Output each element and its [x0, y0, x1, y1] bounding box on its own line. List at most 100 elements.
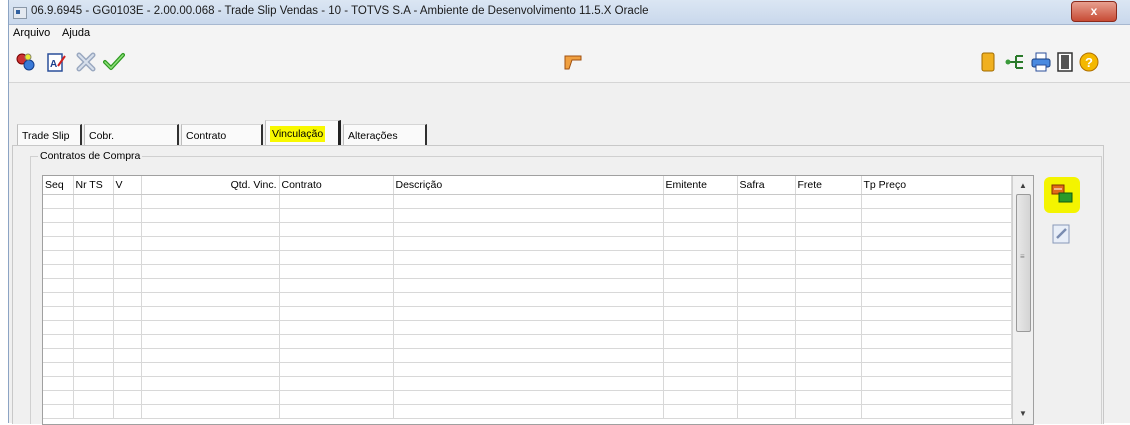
- table-cell[interactable]: [141, 278, 280, 293]
- table-cell[interactable]: [73, 278, 114, 293]
- table-cell[interactable]: [393, 362, 664, 377]
- col-contrato[interactable]: Contrato: [279, 176, 394, 195]
- table-cell[interactable]: [141, 404, 280, 419]
- table-cell[interactable]: [141, 250, 280, 265]
- table-cell[interactable]: [43, 334, 74, 349]
- table-cell[interactable]: [393, 376, 664, 391]
- navigate-icon[interactable]: [978, 51, 1000, 73]
- table-cell[interactable]: [795, 208, 862, 223]
- table-cell[interactable]: [73, 362, 114, 377]
- col-seq[interactable]: Seq: [43, 176, 74, 195]
- table-cell[interactable]: [393, 194, 664, 209]
- table-cell[interactable]: [737, 250, 796, 265]
- table-cell[interactable]: [393, 348, 664, 363]
- table-cell[interactable]: [73, 194, 114, 209]
- table-cell[interactable]: [113, 390, 142, 405]
- table-cell[interactable]: [393, 222, 664, 237]
- table-cell[interactable]: [113, 320, 142, 335]
- table-cell[interactable]: [43, 362, 74, 377]
- col-v[interactable]: V: [113, 176, 142, 195]
- col-qtd-vinc[interactable]: Qtd. Vinc.: [141, 176, 280, 195]
- help-icon[interactable]: ?: [1078, 51, 1100, 73]
- query-icon[interactable]: [15, 51, 37, 73]
- table-cell[interactable]: [279, 236, 394, 251]
- table-cell[interactable]: [113, 236, 142, 251]
- table-cell[interactable]: [113, 194, 142, 209]
- menu-ajuda[interactable]: Ajuda: [62, 27, 90, 39]
- table-cell[interactable]: [113, 292, 142, 307]
- table-cell[interactable]: [279, 306, 394, 321]
- table-cell[interactable]: [737, 208, 796, 223]
- scroll-up-icon[interactable]: ▲: [1013, 178, 1033, 194]
- table-cell[interactable]: [795, 222, 862, 237]
- table-cell[interactable]: [141, 376, 280, 391]
- table-cell[interactable]: [141, 306, 280, 321]
- table-cell[interactable]: [795, 320, 862, 335]
- table-cell[interactable]: [113, 306, 142, 321]
- table-row[interactable]: [43, 348, 1012, 363]
- table-cell[interactable]: [279, 404, 394, 419]
- col-nr-ts[interactable]: Nr TS: [73, 176, 114, 195]
- scroll-thumb[interactable]: [1016, 194, 1031, 332]
- table-cell[interactable]: [279, 278, 394, 293]
- table-cell[interactable]: [113, 362, 142, 377]
- table-row[interactable]: [43, 208, 1012, 223]
- col-safra[interactable]: Safra: [737, 176, 796, 195]
- table-cell[interactable]: [43, 194, 74, 209]
- table-cell[interactable]: [795, 376, 862, 391]
- table-row[interactable]: [43, 194, 1012, 209]
- add-link-icon[interactable]: [1050, 182, 1074, 206]
- contracts-grid[interactable]: Seq Nr TS V Qtd. Vinc. Contrato Descriçã…: [42, 175, 1034, 425]
- table-cell[interactable]: [663, 320, 738, 335]
- table-cell[interactable]: [279, 348, 394, 363]
- table-cell[interactable]: [141, 208, 280, 223]
- table-cell[interactable]: [737, 264, 796, 279]
- table-cell[interactable]: [73, 292, 114, 307]
- table-cell[interactable]: [393, 306, 664, 321]
- table-cell[interactable]: [141, 390, 280, 405]
- table-cell[interactable]: [861, 236, 1012, 251]
- table-cell[interactable]: [113, 264, 142, 279]
- table-cell[interactable]: [737, 236, 796, 251]
- table-cell[interactable]: [663, 278, 738, 293]
- table-cell[interactable]: [795, 390, 862, 405]
- table-cell[interactable]: [113, 222, 142, 237]
- table-cell[interactable]: [393, 278, 664, 293]
- table-cell[interactable]: [279, 222, 394, 237]
- table-cell[interactable]: [393, 264, 664, 279]
- table-cell[interactable]: [393, 390, 664, 405]
- table-cell[interactable]: [141, 236, 280, 251]
- edit-document-icon[interactable]: A: [45, 51, 67, 73]
- table-cell[interactable]: [663, 194, 738, 209]
- table-cell[interactable]: [73, 208, 114, 223]
- table-cell[interactable]: [141, 194, 280, 209]
- table-cell[interactable]: [663, 348, 738, 363]
- table-cell[interactable]: [113, 208, 142, 223]
- table-cell[interactable]: [861, 278, 1012, 293]
- table-cell[interactable]: [663, 208, 738, 223]
- table-cell[interactable]: [861, 264, 1012, 279]
- table-cell[interactable]: [73, 404, 114, 419]
- table-cell[interactable]: [663, 306, 738, 321]
- col-descricao[interactable]: Descrição: [393, 176, 664, 195]
- table-cell[interactable]: [73, 376, 114, 391]
- table-cell[interactable]: [737, 292, 796, 307]
- table-cell[interactable]: [393, 236, 664, 251]
- table-row[interactable]: [43, 320, 1012, 335]
- table-cell[interactable]: [861, 362, 1012, 377]
- table-cell[interactable]: [113, 334, 142, 349]
- tab-trade-slip[interactable]: Trade Slip: [17, 124, 82, 146]
- table-cell[interactable]: [141, 334, 280, 349]
- table-cell[interactable]: [43, 264, 74, 279]
- table-cell[interactable]: [73, 236, 114, 251]
- scroll-down-icon[interactable]: ▼: [1013, 406, 1033, 422]
- table-cell[interactable]: [279, 250, 394, 265]
- table-cell[interactable]: [861, 348, 1012, 363]
- table-row[interactable]: [43, 222, 1012, 237]
- table-cell[interactable]: [279, 362, 394, 377]
- table-cell[interactable]: [73, 390, 114, 405]
- table-cell[interactable]: [861, 208, 1012, 223]
- table-cell[interactable]: [663, 222, 738, 237]
- table-cell[interactable]: [663, 404, 738, 419]
- table-row[interactable]: [43, 250, 1012, 265]
